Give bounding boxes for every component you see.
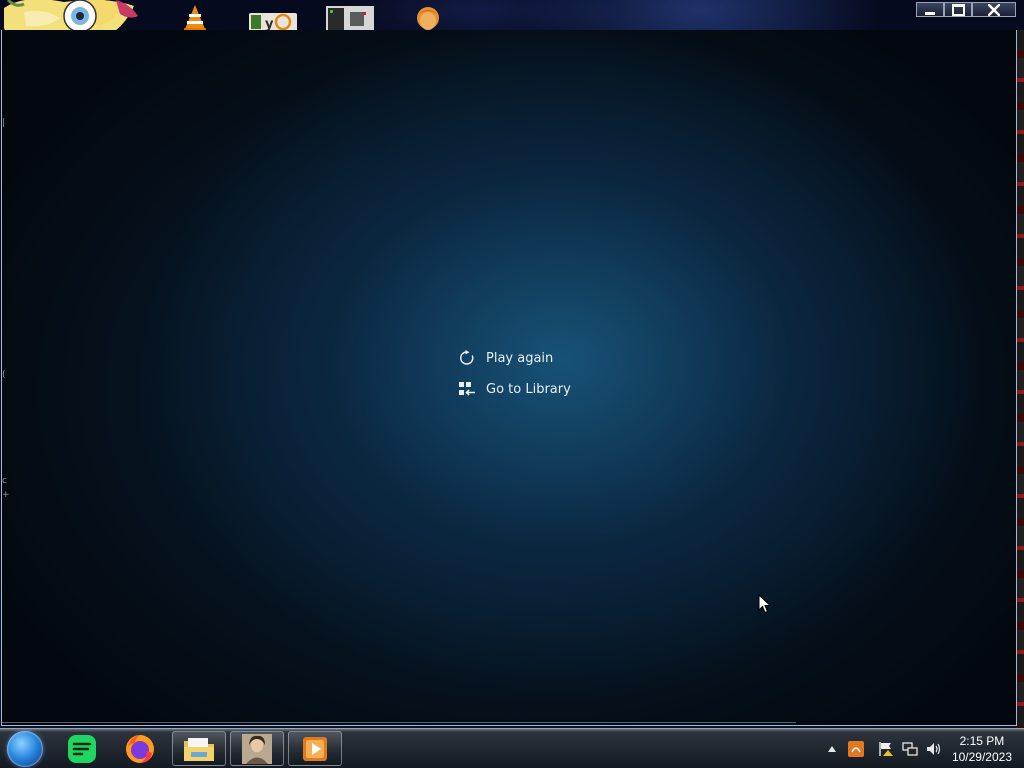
clock-time: 2:15 PM	[959, 734, 1005, 748]
gray-app-icon[interactable]	[326, 6, 374, 32]
maximize-icon	[951, 3, 965, 16]
taskbar: 2:15 PM 10/29/2023	[0, 728, 1024, 768]
network-icon	[902, 742, 918, 756]
media-player-icon	[303, 736, 327, 761]
spotify-icon	[68, 734, 96, 763]
lyd-app-icon[interactable]: y	[249, 13, 297, 32]
vlc-icon[interactable]	[183, 4, 207, 32]
close-button[interactable]	[972, 2, 1016, 17]
window-divider	[2, 722, 796, 723]
go-to-library-button[interactable]: Go to Library	[457, 377, 571, 401]
file-explorer-icon	[184, 737, 214, 761]
maximize-button[interactable]	[944, 2, 972, 17]
replay-icon	[457, 348, 477, 368]
chevron-up-icon	[828, 746, 836, 752]
taskbar-portrait-app[interactable]	[230, 731, 284, 766]
taskbar-file-explorer[interactable]	[172, 731, 226, 766]
system-tray: 2:15 PM 10/29/2023	[814, 729, 1024, 768]
mouse-pointer-icon	[758, 594, 772, 614]
edge-mark: c	[2, 476, 7, 486]
desktop-edge-decoration	[1016, 30, 1024, 728]
clock-date: 10/29/2023	[951, 750, 1012, 764]
taskbar-clock[interactable]: 2:15 PM 10/29/2023	[952, 733, 1012, 765]
svg-text:y: y	[265, 17, 274, 31]
desktop: y | (c + Play again Go to Library 2:15 …	[0, 0, 1024, 768]
library-icon	[457, 379, 477, 399]
action-center-flag-icon	[879, 742, 893, 756]
go-to-library-label: Go to Library	[486, 381, 571, 397]
minimize-icon	[925, 11, 935, 15]
taskbar-firefox[interactable]	[120, 731, 160, 766]
taskbar-media-player[interactable]	[288, 731, 342, 766]
volume-icon	[927, 743, 941, 755]
close-icon	[988, 3, 1000, 16]
edge-mark: +	[2, 490, 10, 500]
action-center-button[interactable]	[878, 741, 894, 757]
start-button[interactable]	[7, 731, 43, 767]
show-hidden-icons-button[interactable]	[824, 741, 840, 757]
head-avatar-icon[interactable]	[414, 6, 442, 32]
volume-button[interactable]	[926, 741, 942, 757]
app-tray-icon	[848, 741, 864, 757]
edge-mark: (	[2, 370, 6, 380]
window-controls	[916, 2, 1016, 18]
play-again-label: Play again	[486, 350, 554, 366]
taskbar-spotify[interactable]	[62, 731, 102, 766]
firefox-icon	[126, 734, 154, 763]
edge-mark: |	[2, 118, 6, 128]
network-button[interactable]	[902, 741, 918, 757]
end-screen-menu: Play again Go to Library	[457, 346, 571, 408]
play-again-button[interactable]: Play again	[457, 346, 571, 370]
minimize-button[interactable]	[916, 2, 944, 17]
portrait-app-icon	[242, 733, 272, 764]
tray-app-button[interactable]	[848, 741, 864, 757]
